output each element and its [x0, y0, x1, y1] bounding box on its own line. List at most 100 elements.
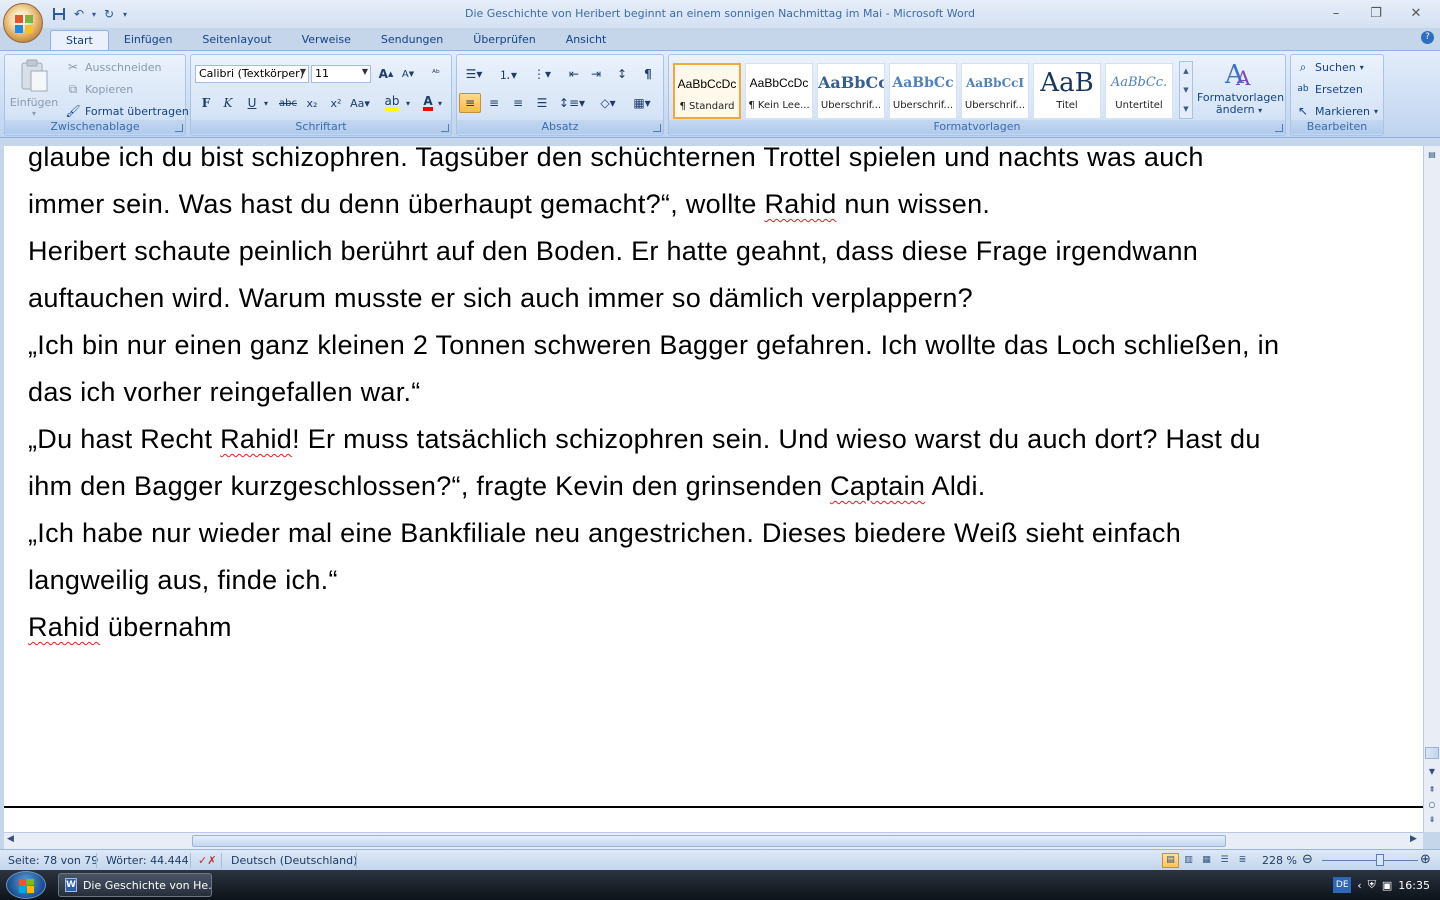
start-button[interactable] [6, 871, 46, 899]
draft-view-icon[interactable]: ≣ [1234, 853, 1251, 868]
italic-icon[interactable]: K [217, 93, 239, 113]
numbering-icon[interactable]: ⒈▾ [493, 64, 523, 84]
document-line[interactable]: Heribert schaute peinlich berührt auf de… [28, 228, 1418, 275]
misspelled-word[interactable]: Captain [830, 471, 925, 501]
bold-icon[interactable]: F [195, 93, 217, 113]
style-heading-3[interactable]: AaBbCcI Überschrif... [961, 63, 1029, 119]
text-run[interactable]: ihm den Bagger kurzgeschlossen?“, fragte… [28, 471, 830, 501]
font-launcher-icon[interactable] [441, 124, 449, 132]
show-marks-icon[interactable]: ¶ [637, 64, 659, 84]
language-indicator[interactable]: Deutsch (Deutschland) [231, 854, 357, 867]
tab-ansicht[interactable]: Ansicht [551, 30, 622, 50]
style-heading-2[interactable]: AaBbCc Überschrif... [889, 63, 957, 119]
clipboard-launcher-icon[interactable] [175, 124, 183, 132]
document-line[interactable]: auftauchen wird. Warum musste er sich au… [28, 275, 1418, 322]
input-language-indicator[interactable]: DE [1333, 877, 1352, 893]
document-line[interactable]: „Ich habe nur wieder mal eine Bankfilial… [28, 510, 1418, 557]
style-no-spacing[interactable]: AaBbCcDc ¶ Kein Lee... [745, 63, 813, 119]
text-run[interactable]: Heribert schaute peinlich berührt auf de… [28, 236, 1198, 266]
ruler-toggle-icon[interactable]: ▤ [1425, 148, 1439, 162]
underline-icon[interactable]: U [241, 93, 263, 113]
paste-button[interactable]: Einfügen ▾ [9, 57, 59, 119]
style-subtitle[interactable]: AaBbCc. Untertitel [1105, 63, 1173, 119]
proofing-icon[interactable]: ✓✗ [198, 854, 216, 867]
undo-dropdown-icon[interactable]: ▾ [90, 5, 98, 23]
scroll-left-icon[interactable]: ◀ [7, 834, 14, 844]
document-line[interactable]: „Ich bin nur einen ganz kleinen 2 Tonnen… [28, 322, 1418, 369]
tab-sendungen[interactable]: Sendungen [366, 30, 458, 50]
scroll-down-icon[interactable]: ▼ [1425, 765, 1439, 779]
highlight-icon[interactable]: ab [381, 93, 403, 113]
text-run[interactable]: nun wissen. [837, 189, 991, 219]
gallery-up-icon[interactable]: ▲ [1180, 62, 1192, 81]
browse-object-icon[interactable]: ○ [1425, 798, 1439, 812]
change-case-icon[interactable]: Aa▾ [349, 93, 371, 113]
misspelled-word[interactable]: Rahid [28, 612, 100, 642]
outline-view-icon[interactable]: ☰ [1216, 853, 1233, 868]
horizontal-scrollbar[interactable]: ◀ ▶ [4, 832, 1423, 849]
document-line[interactable]: „Du hast Recht Rahid! Er muss tatsächlic… [28, 416, 1418, 463]
change-styles-button[interactable]: A A Formatvorlagen ändern ▾ [1197, 57, 1284, 121]
tab-seitenlayout[interactable]: Seitenlayout [187, 30, 286, 50]
underline-dropdown-icon[interactable]: ▾ [261, 93, 271, 113]
office-button[interactable] [3, 3, 43, 43]
style-standard[interactable]: AaBbCcDc ¶ Standard [673, 63, 741, 119]
superscript-icon[interactable]: x² [325, 93, 347, 113]
zoom-out-icon[interactable]: ⊖ [1302, 852, 1313, 867]
save-icon[interactable] [50, 5, 68, 23]
network-icon[interactable]: ▣ [1382, 879, 1392, 892]
styles-launcher-icon[interactable] [1275, 124, 1283, 132]
bullets-icon[interactable]: ☰▾ [459, 64, 489, 84]
security-shield-icon[interactable]: ⛨ [1368, 878, 1376, 892]
zoom-in-icon[interactable]: ⊕ [1420, 852, 1431, 867]
scroll-right-icon[interactable]: ▶ [1410, 834, 1417, 844]
document-line[interactable]: langweilig aus, finde ich.“ [28, 557, 1418, 604]
word-count[interactable]: Wörter: 44.444 [106, 854, 189, 867]
select-button[interactable]: ↖ Markieren ▾ [1295, 101, 1378, 121]
strikethrough-icon[interactable]: abc [277, 93, 299, 113]
tab-verweise[interactable]: Verweise [287, 30, 366, 50]
sort-icon[interactable]: ↕ [611, 64, 633, 84]
print-layout-view-icon[interactable]: ▤ [1162, 853, 1179, 868]
tab-ueberpruefen[interactable]: Überprüfen [458, 30, 550, 50]
styles-gallery-scroll[interactable]: ▲ ▼ ▼ [1179, 61, 1193, 119]
align-left-icon[interactable]: ≡ [459, 93, 481, 113]
page-indicator[interactable]: Seite: 78 von 79 [8, 854, 98, 867]
text-run[interactable]: „Ich bin nur einen ganz kleinen 2 Tonnen… [28, 330, 1279, 360]
close-icon[interactable]: ✕ [1396, 2, 1436, 24]
next-page-icon[interactable]: ⇟ [1425, 813, 1439, 827]
gallery-down-icon[interactable]: ▼ [1180, 81, 1192, 100]
format-painter-button[interactable]: 🖌 Format übertragen [65, 101, 188, 121]
font-size-select[interactable]: 11 ▼ [311, 65, 371, 83]
document-line[interactable]: glaube ich du bist schizophren. Tagsüber… [28, 146, 1418, 181]
justify-icon[interactable]: ☰ [531, 93, 553, 113]
align-right-icon[interactable]: ≡ [507, 93, 529, 113]
restore-icon[interactable]: ❐ [1356, 2, 1396, 24]
text-run[interactable]: „Du hast Recht [28, 424, 220, 454]
document-line[interactable]: das ich vorher reingefallen war.“ [28, 369, 1418, 416]
style-heading-1[interactable]: AaBbCc Überschrif... [817, 63, 885, 119]
grow-font-icon[interactable]: A ▲ [375, 64, 397, 84]
font-name-select[interactable]: Calibri (Textkörper) ▼ [195, 65, 309, 83]
replace-button[interactable]: ab Ersetzen [1295, 79, 1362, 99]
horizontal-scroll-thumb[interactable] [192, 835, 1226, 847]
misspelled-word[interactable]: Rahid [764, 189, 836, 219]
align-center-icon[interactable]: ≡ [483, 93, 505, 113]
text-run[interactable]: „Ich habe nur wieder mal eine Bankfilial… [28, 518, 1181, 548]
font-color-dropdown-icon[interactable]: ▾ [435, 93, 445, 113]
document-line[interactable]: immer sein. Was hast du denn überhaupt g… [28, 181, 1418, 228]
zoom-level[interactable]: 228 % [1262, 854, 1297, 867]
document-canvas[interactable]: glaube ich du bist schizophren. Tagsüber… [4, 146, 1423, 832]
document-body[interactable]: glaube ich du bist schizophren. Tagsüber… [28, 146, 1418, 651]
text-run[interactable]: ! Er muss tatsächlich schizophren sein. … [292, 424, 1261, 454]
text-run[interactable]: auftauchen wird. Warum musste er sich au… [28, 283, 973, 313]
tab-einfuegen[interactable]: Einfügen [109, 30, 188, 50]
paragraph-launcher-icon[interactable] [653, 124, 661, 132]
highlight-dropdown-icon[interactable]: ▾ [403, 93, 413, 113]
clock[interactable]: 16:35 [1398, 879, 1430, 892]
vertical-scroll-thumb[interactable] [1425, 747, 1439, 759]
increase-indent-icon[interactable]: ⇥ [585, 64, 607, 84]
tray-expand-icon[interactable]: ‹ [1357, 879, 1361, 892]
cut-button[interactable]: ✂ Ausschneiden [65, 57, 162, 77]
text-run[interactable]: langweilig aus, finde ich.“ [28, 565, 338, 595]
